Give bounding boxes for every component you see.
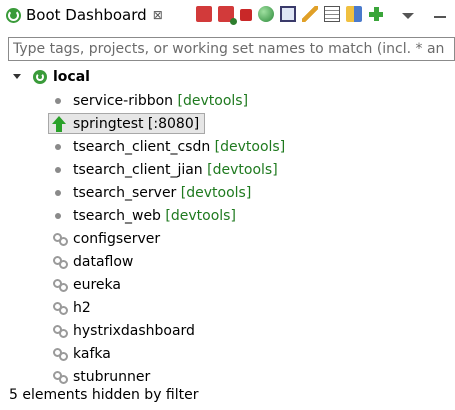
app-label: kafka — [73, 345, 111, 362]
filter-input[interactable] — [9, 38, 454, 60]
devtools-tag: [devtools] — [207, 161, 278, 178]
stopped-status-icon — [55, 166, 61, 173]
devtools-tag: [devtools] — [214, 138, 286, 155]
filter-box[interactable] — [8, 37, 455, 61]
stopped-status-icon — [55, 97, 61, 104]
app-label: configserver — [73, 230, 161, 247]
open-browser-icon[interactable] — [258, 6, 274, 22]
app-label: dataflow — [73, 253, 134, 270]
debug-icon[interactable] — [218, 6, 237, 25]
tree-item-selected[interactable]: springtest [:8080] — [0, 112, 455, 135]
tree-item[interactable]: dataflow — [0, 250, 455, 273]
tree-item[interactable]: service-ribbon [devtools] — [0, 89, 455, 112]
running-status-icon — [52, 115, 66, 132]
close-icon[interactable]: ⊠ — [153, 8, 163, 22]
spring-boot-icon — [33, 69, 47, 84]
cloud-service-icon — [53, 277, 69, 293]
hidden-elements-status: 5 elements hidden by filter — [9, 387, 199, 403]
edit-icon[interactable] — [302, 6, 318, 22]
add-icon[interactable] — [368, 6, 384, 22]
start-icon[interactable] — [196, 6, 212, 22]
tab-title: Boot Dashboard — [26, 6, 147, 24]
app-label: tsearch_client_csdn [devtools] — [73, 139, 285, 155]
stopped-status-icon — [55, 212, 61, 219]
cloud-service-icon — [53, 231, 69, 247]
app-name: springtest [:8080] — [73, 115, 200, 132]
app-label: service-ribbon [devtools] — [73, 93, 248, 109]
app-name: tsearch_server — [73, 184, 177, 201]
tree-item[interactable]: hystrixdashboard — [0, 319, 455, 342]
chevron-down-icon[interactable] — [13, 74, 21, 79]
console-icon[interactable] — [280, 6, 296, 22]
app-name: tsearch_web — [73, 207, 161, 224]
app-label: hystrixdashboard — [73, 322, 195, 339]
boot-dashboard-tab[interactable]: Boot Dashboard ⊠ — [0, 0, 163, 30]
root-label: local — [53, 68, 90, 85]
app-name: service-ribbon — [73, 92, 174, 109]
devtools-tag: [devtools] — [177, 92, 249, 109]
spring-boot-icon — [6, 7, 21, 23]
app-label: springtest [:8080] — [73, 116, 199, 132]
tree-item[interactable]: tsearch_web [devtools] — [0, 204, 455, 227]
cloud-service-icon — [53, 300, 69, 316]
view-toolbar: Boot Dashboard ⊠ — [0, 0, 455, 30]
tree-item[interactable]: eureka — [0, 273, 455, 296]
cloud-service-icon — [53, 254, 69, 270]
app-name: tsearch_client_csdn — [73, 138, 211, 155]
devtools-tag: [devtools] — [180, 184, 252, 201]
tree-item[interactable]: h2 — [0, 296, 455, 319]
tree-root-local[interactable]: local — [0, 65, 455, 88]
toolbar-actions — [196, 4, 452, 25]
minimize-icon[interactable] — [434, 16, 446, 18]
stopped-status-icon — [55, 189, 61, 196]
tree-item[interactable]: tsearch_client_jian [devtools] — [0, 158, 455, 181]
view-menu-icon[interactable] — [402, 13, 414, 19]
app-label: tsearch_server [devtools] — [73, 185, 251, 201]
expose-icon[interactable] — [346, 6, 362, 22]
app-label: eureka — [73, 276, 121, 293]
app-label: stubrunner — [73, 368, 151, 385]
properties-icon[interactable] — [324, 6, 340, 22]
app-label: tsearch_web [devtools] — [73, 208, 236, 224]
cloud-service-icon — [53, 369, 69, 385]
devtools-tag: [devtools] — [165, 207, 236, 224]
tree-item[interactable]: configserver — [0, 227, 455, 250]
cloud-service-icon — [53, 346, 69, 362]
cloud-service-icon — [53, 323, 69, 339]
tree-item[interactable]: kafka — [0, 342, 455, 365]
tree-item[interactable]: tsearch_server [devtools] — [0, 181, 455, 204]
app-label: h2 — [73, 299, 91, 316]
stop-icon[interactable] — [240, 9, 252, 21]
tree-item[interactable]: tsearch_client_csdn [devtools] — [0, 135, 455, 158]
app-label: tsearch_client_jian [devtools] — [73, 162, 278, 178]
tree-item[interactable]: stubrunner — [0, 365, 455, 388]
stopped-status-icon — [55, 143, 61, 150]
app-name: tsearch_client_jian — [73, 161, 203, 178]
